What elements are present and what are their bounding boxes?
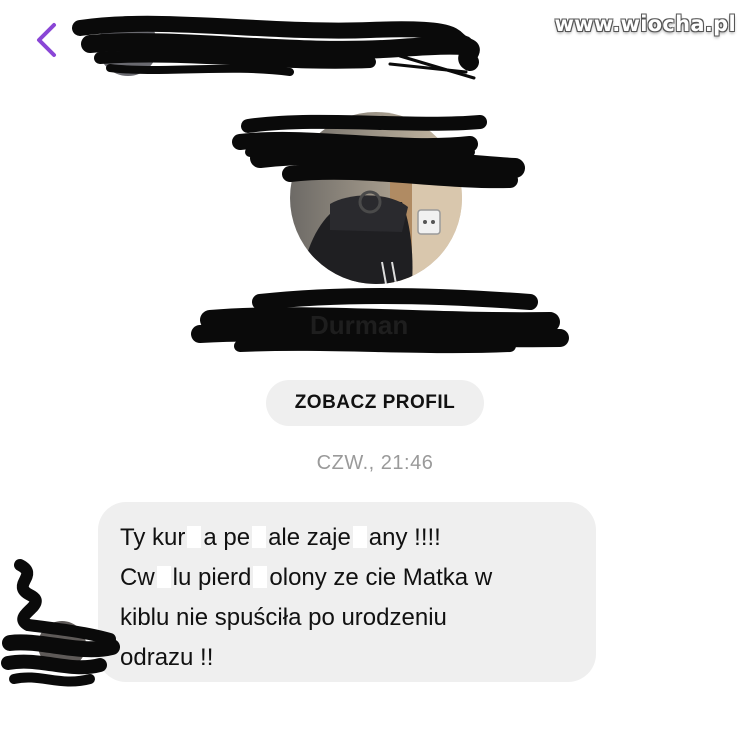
message-fragment: olony ze cie Matka w [269, 564, 493, 591]
redaction-scribble-name: Durman [191, 287, 569, 354]
censor-block [187, 526, 202, 548]
message-fragment: any !!!! [368, 524, 441, 551]
censor-block [156, 566, 171, 588]
view-profile-button[interactable]: ZOBACZ PROFIL [266, 380, 484, 426]
message-fragment: Cw [120, 564, 155, 591]
svg-text:Durman: Durman [310, 310, 408, 340]
censor-block [252, 526, 267, 548]
redaction-scribble-header [72, 15, 480, 80]
message-line-2: Cw lu pierd olony ze cie Matka w [120, 558, 576, 598]
message-fragment: lu pierd [172, 564, 252, 591]
chevron-left-icon [37, 23, 56, 57]
censor-block [352, 526, 367, 548]
message-line-1: Ty kur a pe ale zaje any !!!! [120, 518, 576, 558]
message-fragment: a pe [203, 524, 251, 551]
message-fragment: ale zaje [268, 524, 351, 551]
back-button[interactable] [28, 20, 64, 60]
message-line-4: odrazu !! [120, 644, 214, 671]
redaction-scribble-avatar [232, 114, 525, 189]
message-line-3: kiblu nie spuściła po urodzeniu [120, 604, 447, 631]
censor-block [253, 566, 268, 588]
redaction-scribble-sender-avatar [1, 559, 120, 687]
incoming-message-bubble[interactable]: Ty kur a pe ale zaje any !!!! Cw lu pierd olo… [98, 502, 596, 682]
message-fragment: Ty kur [120, 524, 186, 551]
watermark: www.wiocha.pl [554, 12, 736, 36]
chat-screen: www.wiocha.pl Durman ZOBACZ PROFIL CZW.,… [0, 0, 750, 743]
message-timestamp: CZW., 21:46 [316, 452, 434, 474]
